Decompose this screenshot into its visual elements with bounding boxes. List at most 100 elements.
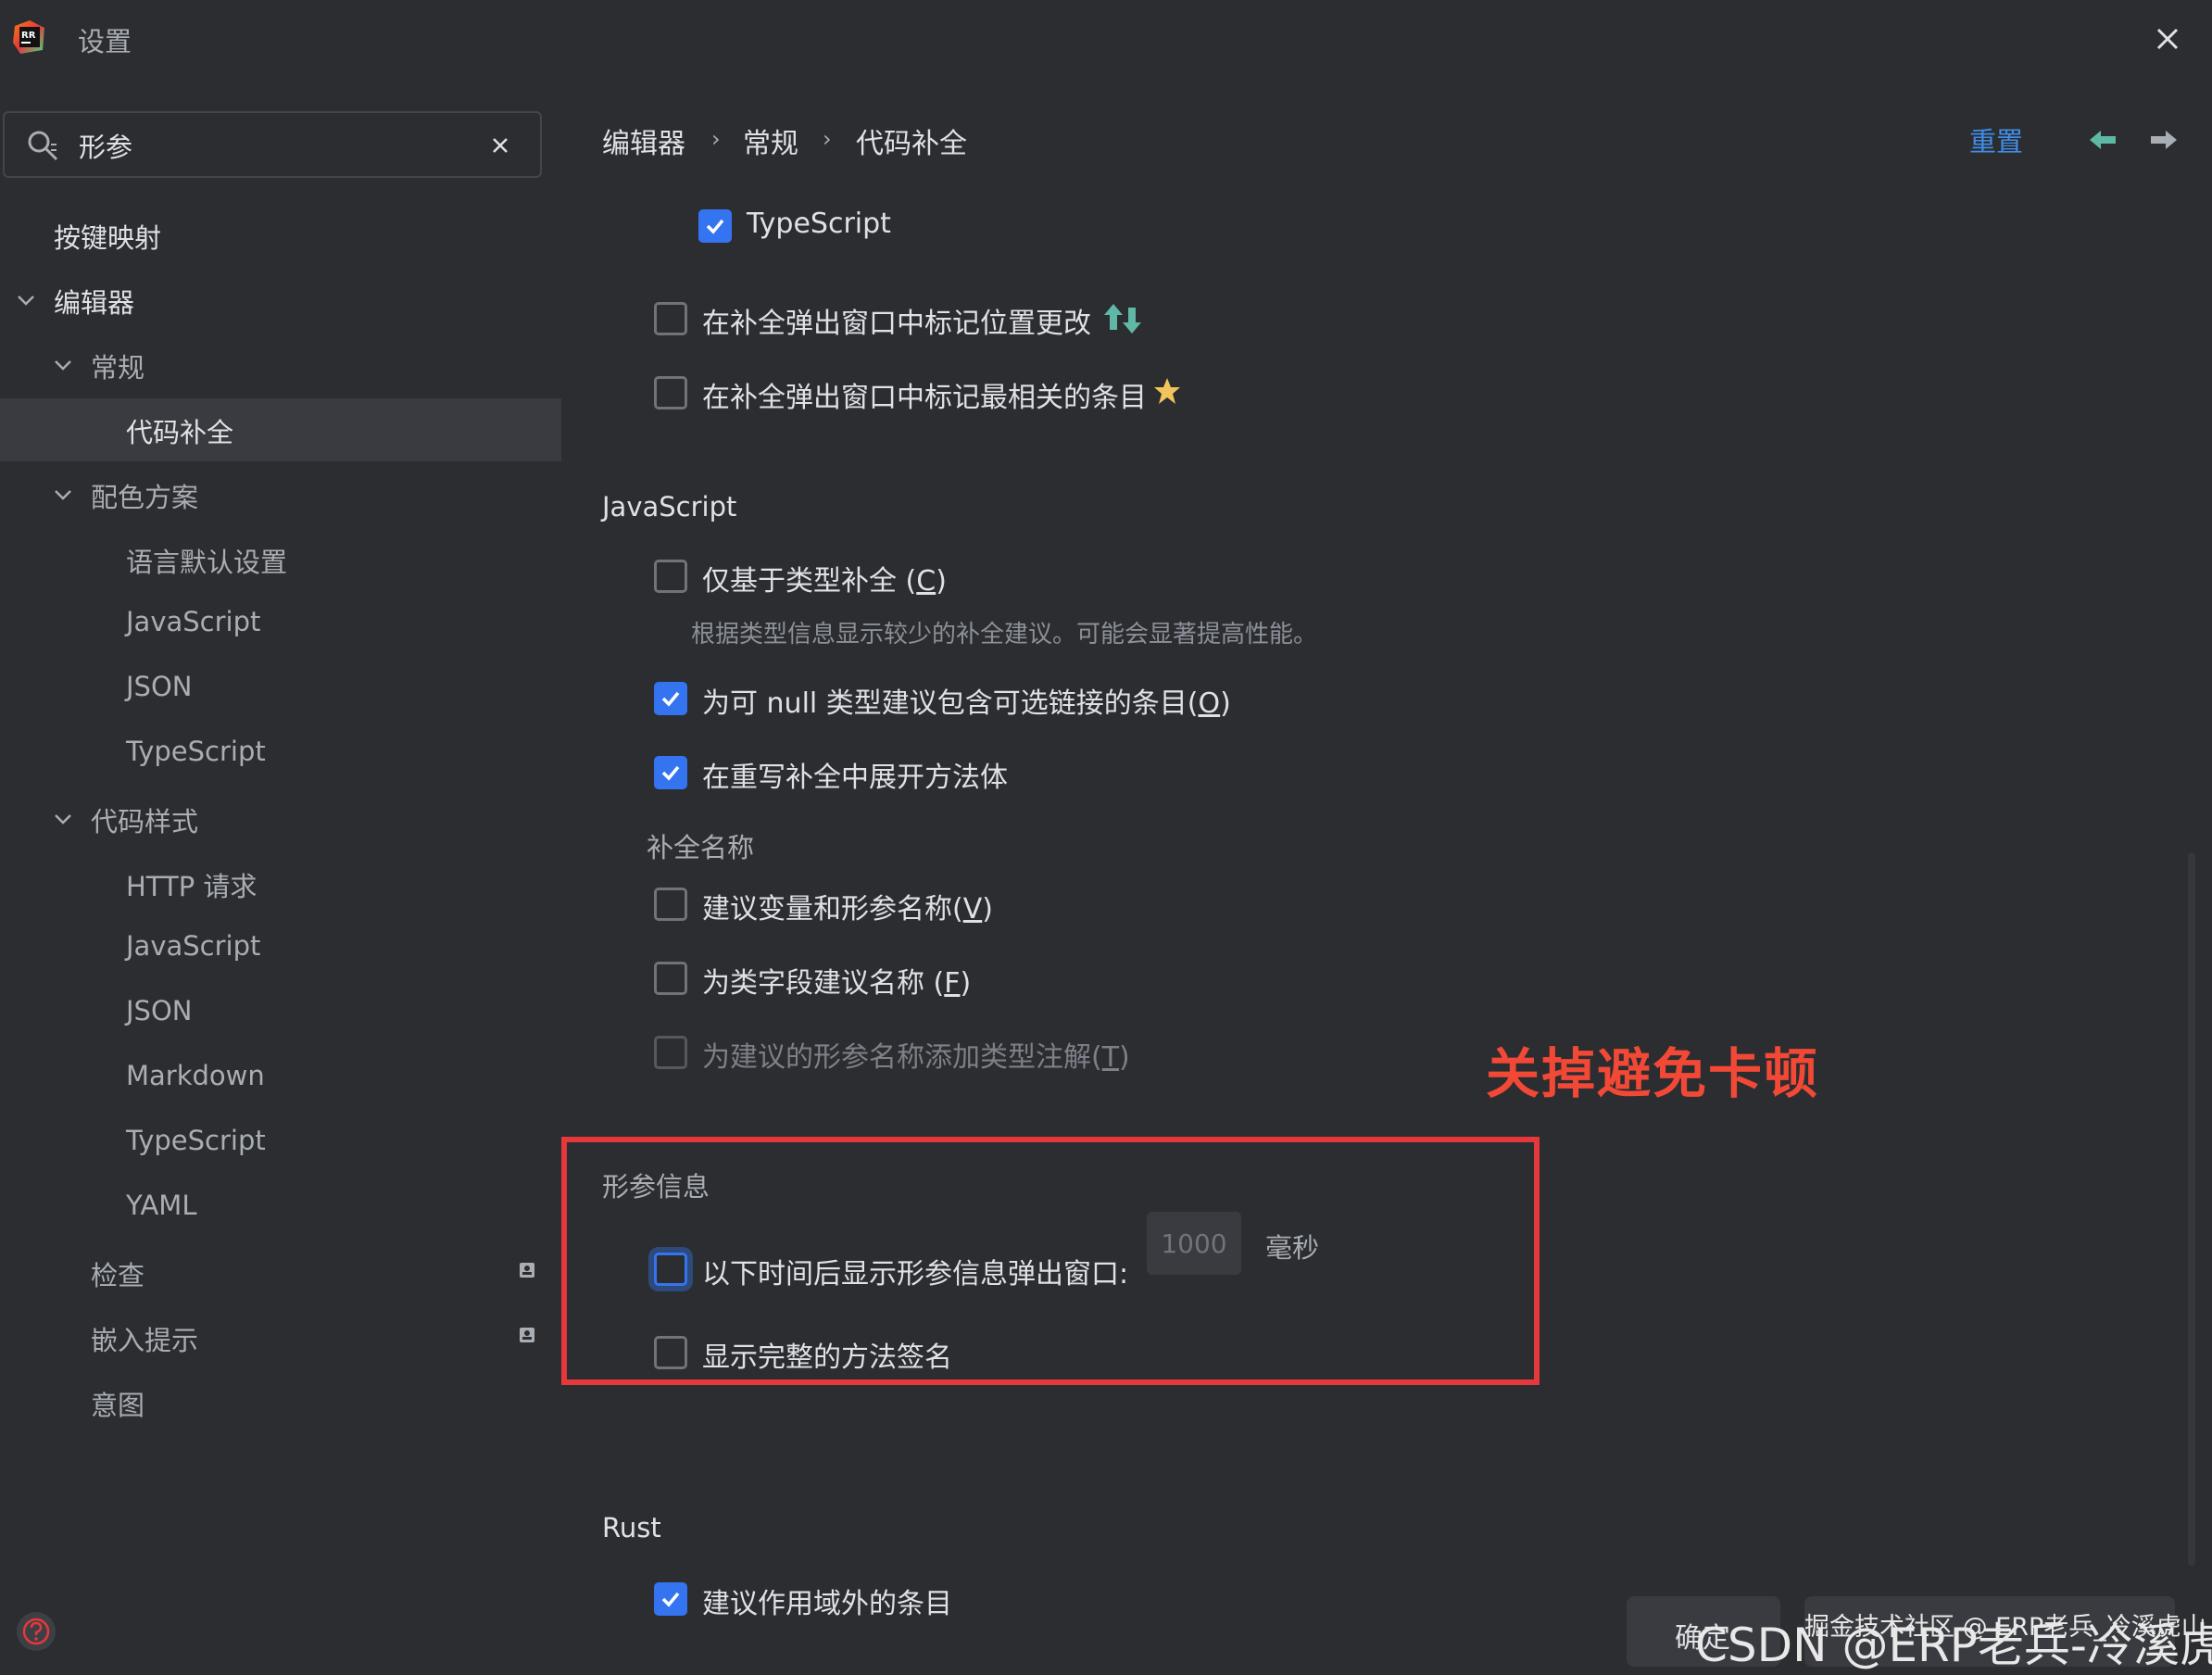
reset-link[interactable]: 重置 [1969,120,2023,159]
breadcrumb-separator: › [823,126,832,152]
annotation-highlight-box [561,1137,1540,1385]
breadcrumb-editor[interactable]: 编辑器 [602,120,685,161]
type-based-hint: 根据类型信息显示较少的补全建议。可能会显著提高性能。 [691,621,1318,649]
label-text: 为可 [702,687,767,720]
sidebar-item-color-json[interactable]: JSON [0,658,561,721]
clear-search-icon[interactable] [488,133,512,157]
sidebar-item-general[interactable]: 常规 [0,334,561,397]
sidebar-item-label: 配色方案 [91,482,199,513]
sidebar-item-label: 检查 [91,1260,145,1291]
label-suffix: ) [936,565,947,598]
sidebar-item-label: HTTP 请求 [126,871,258,902]
nullable-optional-chaining-checkbox[interactable]: 为可 null 类型建议包含可选链接的条目(O) [654,676,1488,723]
sidebar-item-color-javascript[interactable]: JavaScript [0,593,561,656]
mnemonic: T [1101,1041,1120,1074]
annotation-text: 关掉避免卡顿 [1486,1042,1820,1105]
breadcrumb-code-completion: 代码补全 [856,128,967,160]
suggest-variable-names-checkbox[interactable]: 建议变量和形参名称(V) [654,882,1302,928]
sidebar-item-style-json[interactable]: JSON [0,982,561,1045]
sidebar-item-inlay-hints[interactable]: 嵌入提示 [0,1306,561,1369]
sidebar-item-label: 意图 [91,1390,145,1421]
checkbox-box[interactable] [654,756,687,789]
sidebar-item-label: 按键映射 [54,222,162,254]
chevron-down-icon[interactable] [52,354,74,376]
checkbox-label: 在重写补全中展开方法体 [702,762,1008,794]
label-suffix: ) [1119,1041,1130,1074]
checkbox-label: 建议变量和形参名称(V) [702,886,993,926]
sidebar-item-label: 编辑器 [54,287,135,319]
project-settings-icon [520,1263,534,1278]
typescript-checkbox[interactable]: TypeScript [698,204,976,250]
checkbox-box[interactable] [654,560,687,593]
sidebar-item-style-javascript[interactable]: JavaScript [0,917,561,980]
expand-method-body-checkbox[interactable]: 在重写补全中展开方法体 [654,750,1302,797]
checkbox-box[interactable] [654,682,687,715]
checkbox-box[interactable] [654,302,687,335]
sidebar-item-label: 嵌入提示 [91,1325,199,1356]
sidebar-item-editor[interactable]: 编辑器 [0,269,561,332]
sidebar-item-code-style[interactable]: 代码样式 [0,787,561,850]
sidebar-item-label: TypeScript [126,736,266,767]
check-icon [661,691,680,707]
mark-most-relevant-checkbox[interactable]: 在补全弹出窗口中标记最相关的条目 [654,371,1302,417]
check-icon [661,1592,680,1607]
mark-position-changes-checkbox[interactable]: 在补全弹出窗口中标记位置更改 [654,296,1302,343]
add-type-annotation-checkbox[interactable]: 为建议的形参名称添加类型注解(T) [654,1030,1302,1077]
forward-arrow-icon[interactable] [2147,128,2179,152]
sidebar-item-style-yaml[interactable]: YAML [0,1177,561,1240]
sidebar-item-keymap[interactable]: 按键映射 [0,204,561,267]
rust-section-title: Rust [602,1512,661,1543]
close-icon[interactable] [2147,19,2188,59]
csdn-watermark: CSDN @ERP老兵-冷溪虎山 [1695,1618,2212,1672]
label-keyword: null [766,687,818,720]
label-text: 类型建议包含可选链接的条目( [817,687,1199,720]
checkbox-box[interactable] [654,962,687,995]
mnemonic: F [944,967,961,1000]
sidebar-item-code-completion[interactable]: 代码补全 [0,398,561,461]
javascript-section-title: JavaScript [602,491,737,523]
sidebar-item-style-http[interactable]: HTTP 请求 [0,852,561,915]
breadcrumb-separator: › [711,126,721,152]
settings-sidebar: 按键映射 编辑器 常规 代码补全 配色方案 语言默认设置 JavaScript … [0,83,561,1675]
sidebar-item-language-defaults[interactable]: 语言默认设置 [0,528,561,591]
checkbox-label: 建议作用域外的条目 [702,1588,952,1620]
breadcrumb-general[interactable]: 常规 [743,120,798,161]
sidebar-item-intentions[interactable]: 意图 [0,1371,561,1434]
help-icon[interactable] [15,1610,57,1653]
check-icon [706,219,724,234]
chevron-down-icon[interactable] [15,289,37,311]
type-based-completion-checkbox[interactable]: 仅基于类型补全 (C) [654,554,1302,600]
content-scrollbar[interactable] [2188,852,2195,1566]
back-arrow-icon[interactable] [2088,128,2119,152]
sidebar-item-color-scheme[interactable]: 配色方案 [0,463,561,526]
sidebar-item-style-markdown[interactable]: Markdown [0,1047,561,1110]
label-text: 仅基于类型补全 ( [702,565,917,598]
checkbox-box[interactable] [654,376,687,409]
label-suffix: ) [1220,687,1231,720]
star-icon [1154,378,1180,404]
checkbox-box[interactable] [698,209,732,243]
label-text: 为建议的形参名称添加类型注解( [702,1041,1102,1074]
title-bar: RR 设置 [0,0,2212,83]
checkbox-box[interactable] [654,1582,687,1616]
suggest-field-names-checkbox[interactable]: 为类字段建议名称 (F) [654,956,1302,1002]
chevron-down-icon[interactable] [52,484,74,506]
sidebar-item-style-typescript[interactable]: TypeScript [0,1112,561,1175]
sidebar-item-label: JavaScript [126,606,261,637]
settings-dialog: ERP老兵-冷溪虎山 ERP老兵-冷溪虎山 ERP老兵-冷溪虎山 ERP老兵-冷… [0,0,2212,1675]
sidebar-item-label: JavaScript [126,930,261,962]
suggest-out-of-scope-checkbox[interactable]: 建议作用域外的条目 [654,1577,1302,1623]
chevron-down-icon[interactable] [52,808,74,830]
sidebar-item-label: 代码样式 [91,806,199,838]
checkbox-box[interactable] [654,1036,687,1069]
search-icon [28,131,58,161]
sidebar-item-label: Markdown [126,1060,265,1091]
checkbox-label: 为可 null 类型建议包含可选链接的条目(O) [702,680,1231,721]
window-title: 设置 [78,26,132,57]
sidebar-item-label: TypeScript [126,1125,266,1156]
check-icon [661,765,680,781]
sidebar-item-inspections[interactable]: 检查 [0,1241,561,1304]
search-input[interactable] [79,122,468,169]
checkbox-box[interactable] [654,888,687,921]
sidebar-item-color-typescript[interactable]: TypeScript [0,723,561,786]
